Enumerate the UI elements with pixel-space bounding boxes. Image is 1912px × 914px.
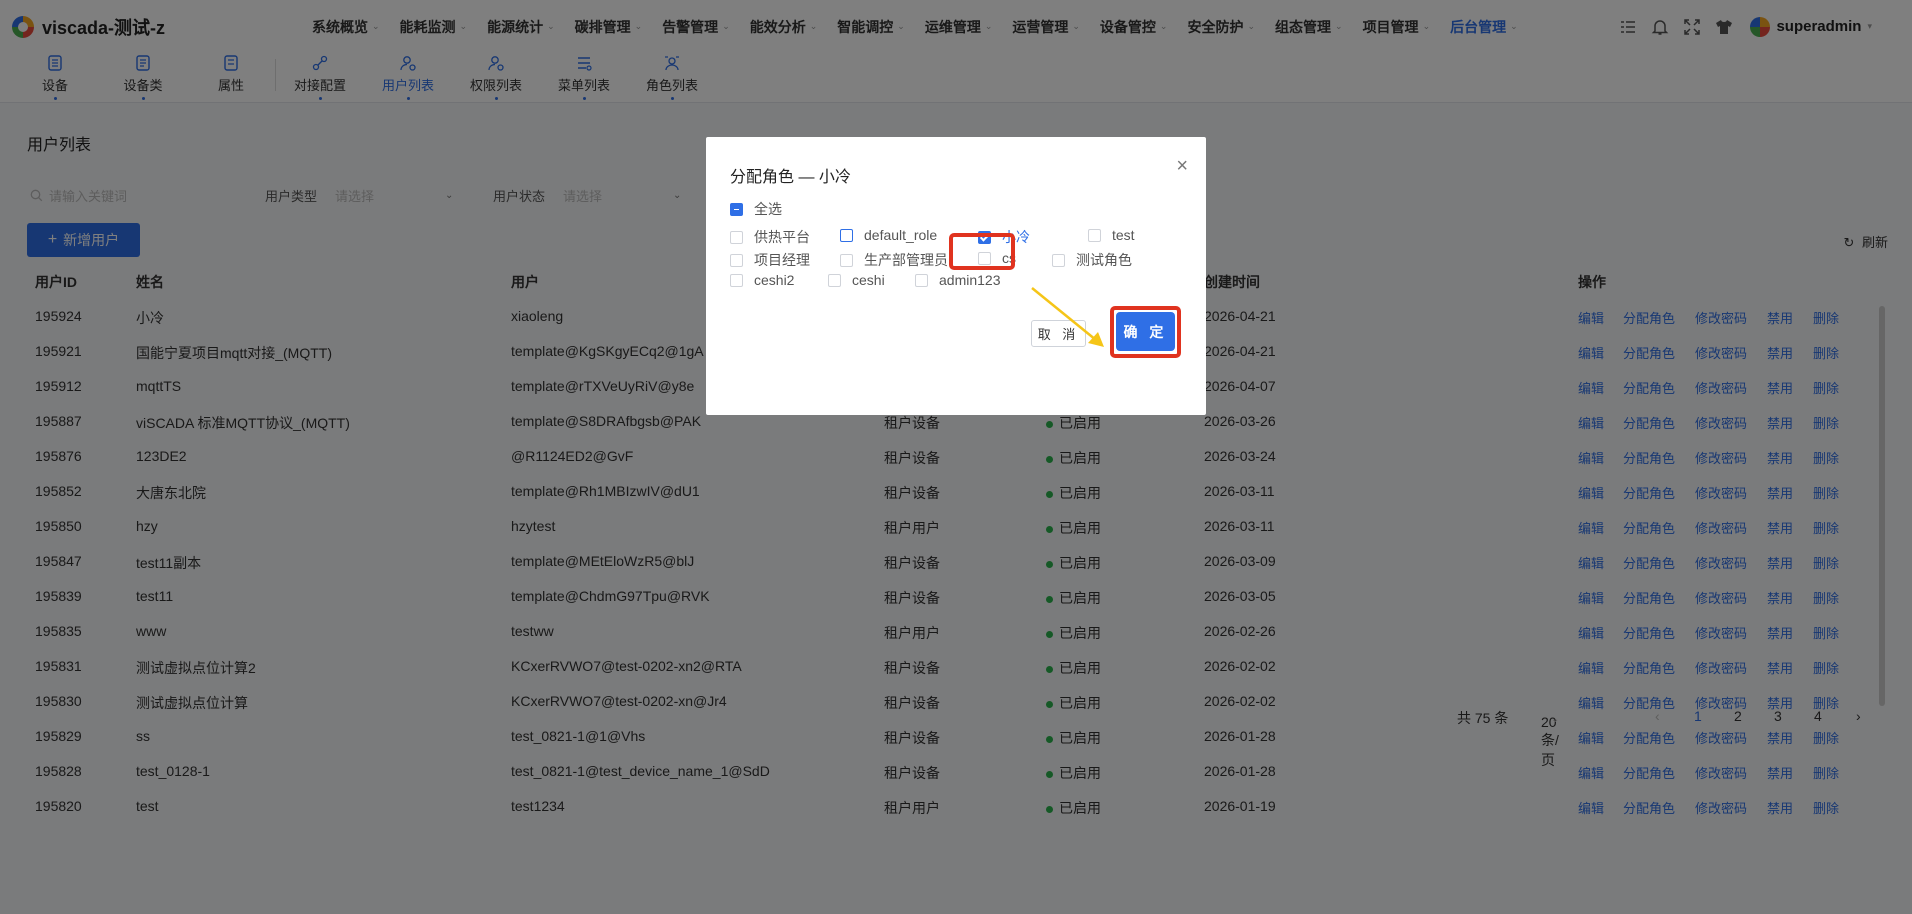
role-checkbox[interactable]: 项目经理 (730, 250, 810, 270)
checkbox-box (730, 253, 743, 267)
role-label: ceshi2 (754, 272, 795, 288)
role-checkbox[interactable]: ceshi2 (730, 272, 794, 288)
checkbox-box (828, 273, 841, 287)
role-checkbox[interactable]: admin123 (915, 272, 1001, 288)
role-label: test (1112, 227, 1135, 243)
role-label: default_role (864, 227, 938, 243)
role-label: admin123 (939, 272, 1001, 288)
select-all-checkbox[interactable]: 全选 (730, 199, 782, 219)
select-all-label: 全选 (754, 201, 782, 217)
role-label: 生产部管理员 (864, 252, 948, 268)
checkbox-box (1052, 253, 1065, 267)
cancel-button[interactable]: 取 消 (1031, 320, 1086, 347)
assign-role-dialog: 分配角色 — 小冷 × 全选 供热平台 default_role 小冷 test 项目经… (706, 137, 1206, 415)
highlight-box-role (949, 233, 1015, 270)
checkbox-box (730, 230, 743, 244)
checkbox-box (1088, 228, 1101, 242)
close-icon[interactable]: × (1176, 155, 1188, 178)
role-label: 供热平台 (754, 229, 810, 245)
checkbox-box (840, 253, 853, 267)
role-checkbox[interactable]: 供热平台 (730, 227, 810, 247)
role-label: ceshi (852, 272, 885, 288)
role-label: 项目经理 (754, 252, 810, 268)
role-label: 测试角色 (1076, 252, 1132, 268)
role-checkbox[interactable]: 测试角色 (1052, 250, 1132, 270)
dialog-title: 分配角色 — 小冷 (730, 169, 851, 186)
checkbox-box (730, 202, 743, 216)
role-checkbox[interactable]: 生产部管理员 (840, 250, 948, 270)
checkbox-box (730, 273, 743, 287)
role-checkbox[interactable]: default_role (840, 227, 937, 243)
checkbox-box (840, 228, 853, 242)
role-checkbox[interactable]: ceshi (828, 272, 885, 288)
role-checkbox[interactable]: test (1088, 227, 1135, 243)
checkbox-box (915, 273, 928, 287)
confirm-button[interactable]: 确 定 (1116, 312, 1175, 351)
